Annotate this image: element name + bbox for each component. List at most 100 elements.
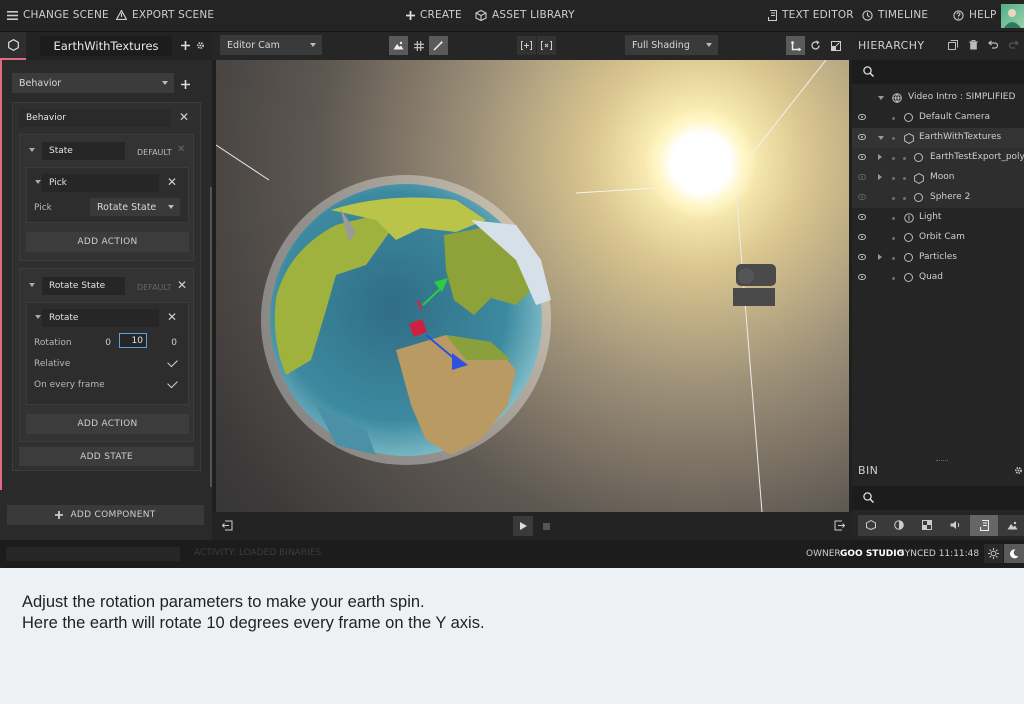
close-icon[interactable]: ✕ [167,311,177,323]
redo-icon[interactable] [1009,40,1019,49]
entity-filter-icon[interactable] [866,520,876,530]
gear-icon[interactable] [1014,466,1023,475]
eye-icon[interactable] [858,134,866,140]
play-button[interactable] [513,516,533,536]
action-name-field[interactable]: Pick [42,174,159,192]
rotation-y-input[interactable]: 10 [119,333,147,348]
state-name-field[interactable]: State [42,142,125,160]
trash-icon[interactable] [969,40,978,50]
add-state-button[interactable]: ADD STATE [19,447,194,466]
collapse-icon[interactable] [35,315,41,319]
panel-scrollbar[interactable] [210,187,212,487]
asset-library-button[interactable]: ASSET LIBRARY [475,9,575,21]
bin-search[interactable] [852,486,1024,510]
add-component-button[interactable]: ADD COMPONENT [7,505,204,525]
export-scene-button[interactable]: EXPORT SCENE [116,9,214,21]
collapse-right-icon[interactable] [834,520,845,531]
frame-selection-button[interactable] [537,36,556,55]
sound-filter-icon[interactable] [950,520,961,530]
dot-icon [892,217,895,220]
hierarchy-item[interactable]: Orbit Cam [852,228,1024,248]
state-name-field[interactable]: Rotate State [42,277,125,295]
eye-icon[interactable] [858,194,866,200]
expand-icon[interactable] [878,154,882,160]
entity-type-button[interactable] [0,32,26,60]
translate-tool-button[interactable] [786,36,805,55]
texture-filter-icon[interactable] [922,520,932,530]
help-button[interactable]: HELP [953,9,997,21]
scale-tool-button[interactable] [826,36,845,55]
hierarchy-item-scene[interactable]: Video Intro : SIMPLIFIED [852,88,1024,108]
shading-select[interactable]: Full Shading [625,35,718,55]
hierarchy-item[interactable]: Sphere 2 [852,188,1024,208]
close-icon[interactable]: ✕ [177,279,187,291]
rotate-tool-button[interactable] [806,36,825,55]
every-frame-checkbox[interactable] [167,377,178,389]
panel-divider-handle[interactable] [936,460,948,462]
default-state-label[interactable]: DEFAULT [137,148,172,157]
close-icon[interactable]: ✕ [167,176,177,188]
grid-toggle-button[interactable] [409,36,428,55]
script-filter-button[interactable] [970,515,998,536]
render-mode-button[interactable] [389,36,408,55]
add-action-button[interactable]: ADD ACTION [26,414,189,434]
image-filter-icon[interactable] [1007,521,1018,530]
dark-theme-button[interactable] [1004,544,1024,563]
collapse-left-icon[interactable] [222,520,233,531]
collapse-icon[interactable] [29,283,35,287]
rotation-x-input[interactable]: 0 [89,338,111,348]
undo-icon[interactable] [988,40,998,49]
entity-name-field[interactable]: EarthWithTextures [40,36,172,56]
eye-icon[interactable] [858,114,866,120]
create-button[interactable]: CREATE [406,9,462,21]
camera-select[interactable]: Editor Cam [220,35,322,55]
action-name-field[interactable]: Rotate [42,309,159,327]
stop-button[interactable] [536,516,556,536]
add-action-button[interactable]: ADD ACTION [26,232,189,252]
text-editor-button[interactable]: TEXT EDITOR [768,9,854,21]
hierarchy-item[interactable]: Default Camera [852,108,1024,128]
hierarchy-item[interactable]: Light [852,208,1024,228]
default-state-label[interactable]: DEFAULT [137,283,172,292]
add-component-plus-icon[interactable] [181,80,190,89]
hierarchy-item[interactable]: EarthTestExport_polySu [852,148,1024,168]
eye-icon[interactable] [858,174,866,180]
hierarchy-item[interactable]: Quad [852,268,1024,288]
user-avatar[interactable] [1001,4,1024,28]
eye-icon[interactable] [858,214,866,220]
snap-button[interactable] [517,36,536,55]
collapse-icon[interactable] [29,148,35,152]
scene-viewport[interactable] [216,60,849,512]
hierarchy-item[interactable]: Particles [852,248,1024,268]
close-icon[interactable]: ✕ [179,111,189,123]
magic-wand-icon [433,40,444,51]
light-theme-button[interactable] [984,544,1003,563]
gear-icon[interactable] [196,41,205,50]
component-select[interactable]: Behavior [12,73,174,93]
timeline-button[interactable]: TIMELINE [862,9,928,21]
relative-checkbox[interactable] [167,356,178,368]
dot-icon [892,117,895,120]
expand-icon[interactable] [878,174,882,180]
close-icon[interactable]: ✕ [177,144,185,156]
hierarchy-item-selected[interactable]: EarthWithTextures [852,128,1024,148]
pick-target-select[interactable]: Rotate State [90,198,180,216]
expand-icon[interactable] [878,254,882,260]
eye-icon[interactable] [858,274,866,280]
expand-icon[interactable] [878,136,884,140]
eye-icon[interactable] [858,154,866,160]
eye-icon[interactable] [858,254,866,260]
hierarchy-search[interactable] [852,60,1024,84]
expand-icon[interactable] [878,96,884,100]
material-filter-icon[interactable] [894,520,904,530]
eye-icon[interactable] [858,234,866,240]
change-scene-button[interactable]: CHANGE SCENE [7,9,109,21]
hierarchy-item[interactable]: Moon [852,168,1024,188]
duplicate-icon[interactable] [948,40,958,50]
rotation-z-input[interactable]: 0 [153,338,177,348]
viewport-toolbar: Editor Cam Full Shading [212,32,852,60]
search-icon [863,66,874,77]
collapse-icon[interactable] [35,180,41,184]
add-icon[interactable] [181,41,190,50]
effects-toggle-button[interactable] [429,36,448,55]
